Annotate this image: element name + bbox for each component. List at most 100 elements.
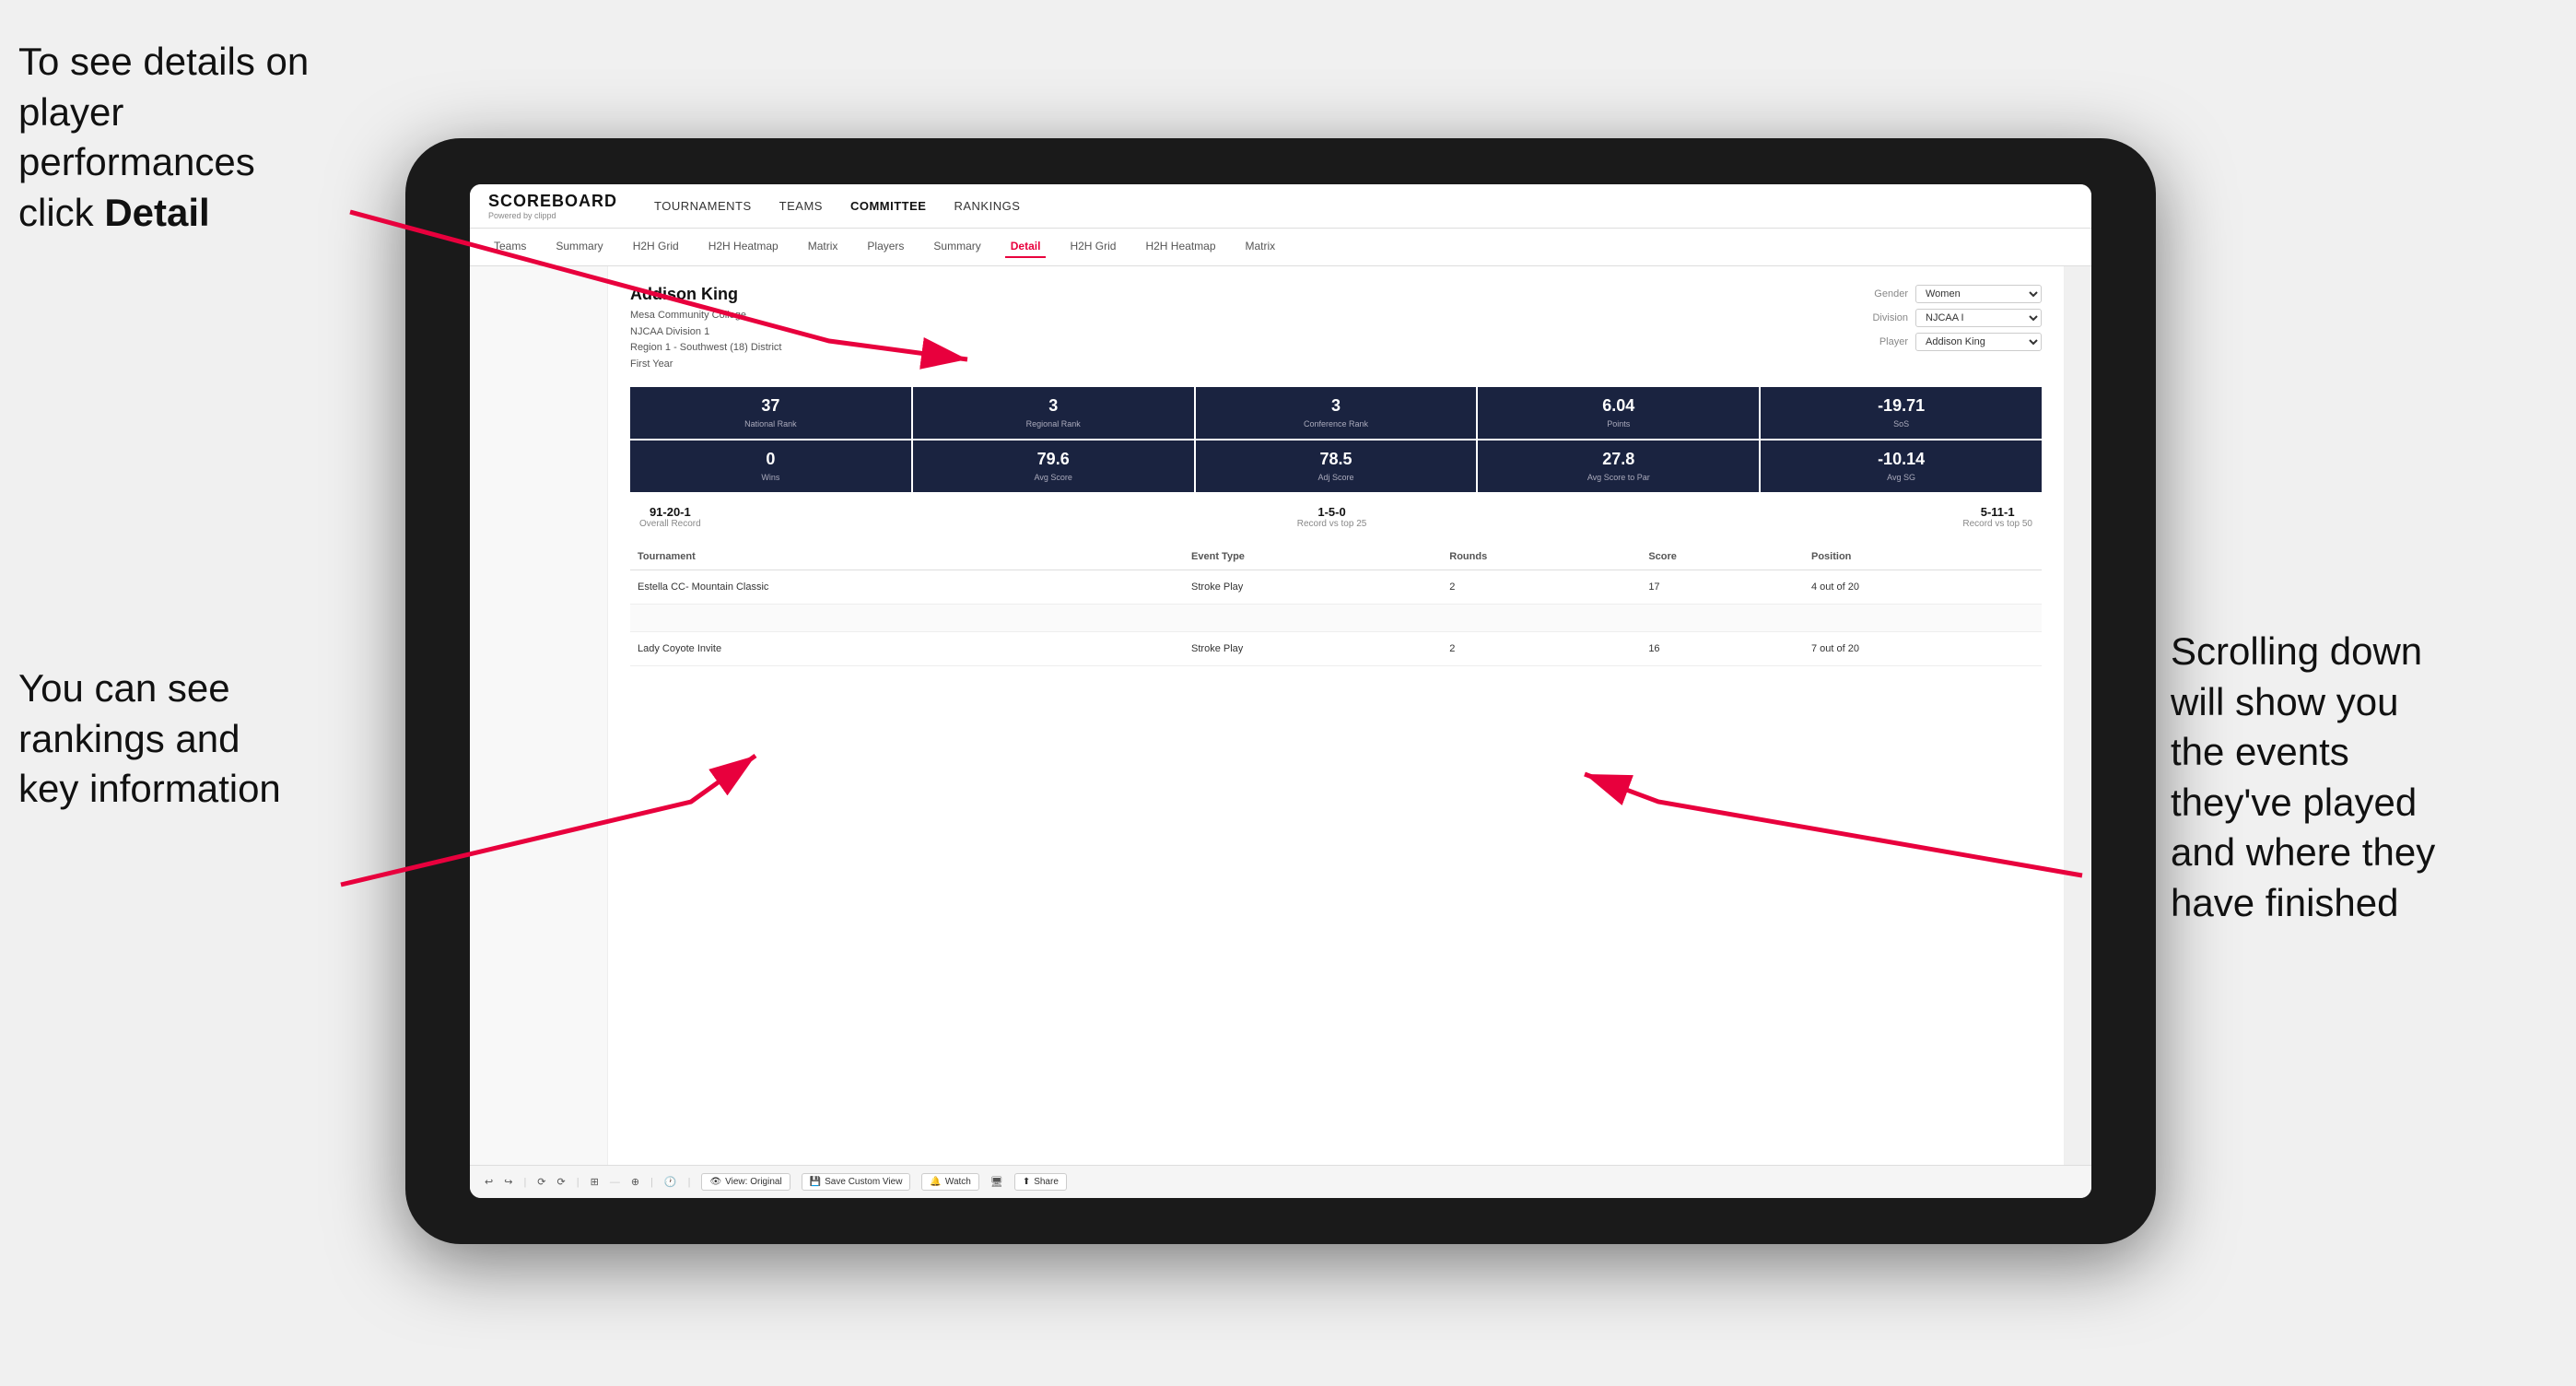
subnav-summary2[interactable]: Summary: [928, 236, 986, 258]
record-overall-label: Overall Record: [639, 519, 701, 529]
subnav-h2h-heatmap2[interactable]: H2H Heatmap: [1140, 236, 1221, 258]
toolbar-icon-screen: 🖥: [990, 1176, 1003, 1188]
subnav-teams[interactable]: Teams: [488, 236, 532, 258]
stat-adj-score-value: 78.5: [1203, 450, 1469, 469]
stat-sos: -19.71 SoS: [1761, 387, 2042, 439]
toolbar-undo[interactable]: ↩: [485, 1176, 493, 1188]
subnav-matrix2[interactable]: Matrix: [1240, 236, 1282, 258]
toolbar-sep-3: —: [610, 1177, 620, 1188]
subnav-summary[interactable]: Summary: [550, 236, 608, 258]
nav-rankings[interactable]: RANKINGS: [954, 195, 1020, 217]
watch-btn[interactable]: 🔔 Watch: [921, 1173, 978, 1191]
watch-icon: 🔔: [930, 1177, 941, 1187]
main-nav: TOURNAMENTS TEAMS COMMITTEE RANKINGS: [654, 195, 1020, 217]
right-sidebar: [2064, 266, 2091, 1165]
toolbar-redo[interactable]: ↪: [504, 1176, 512, 1188]
player-row: Player Addison King: [1857, 333, 2042, 351]
stat-avg-score-value: 79.6: [920, 450, 1187, 469]
stats-row-2: 0 Wins 79.6 Avg Score 78.5 Adj Score 27.…: [630, 440, 2042, 492]
toolbar-sep-5: |: [688, 1177, 691, 1188]
gender-select[interactable]: Women Men: [1915, 285, 2042, 303]
subnav-h2h-grid[interactable]: H2H Grid: [627, 236, 685, 258]
annotation-right-line1: Scrolling down: [2171, 629, 2422, 673]
stat-wins: 0 Wins: [630, 440, 911, 492]
events-table: Tournament Event Type Rounds Score Posit…: [630, 544, 2042, 666]
player-select[interactable]: Addison King: [1915, 333, 2042, 351]
stats-row-1: 37 National Rank 3 Regional Rank 3 Confe…: [630, 387, 2042, 439]
stat-national-rank: 37 National Rank: [630, 387, 911, 439]
annotation-bottomleft-line1: You can see: [18, 666, 230, 710]
col-event-type: Event Type: [1184, 544, 1442, 570]
player-region: Region 1 - Southwest (18) District: [630, 340, 781, 357]
toolbar-icon-2: ⟳: [557, 1176, 566, 1188]
division-label: Division: [1857, 312, 1908, 323]
player-header: Addison King Mesa Community College NJCA…: [630, 285, 2042, 372]
annotation-bottomleft: You can see rankings and key information: [18, 664, 369, 815]
annotation-topleft-line2: player performances: [18, 90, 255, 184]
player-division: NJCAA Division 1: [630, 324, 781, 341]
toolbar-sep-2: |: [577, 1177, 580, 1188]
toolbar-icon-1: ⟳: [537, 1176, 545, 1188]
player-name: Addison King: [630, 285, 781, 304]
toolbar-icon-4: ⊕: [631, 1176, 639, 1188]
eye-icon: 👁: [709, 1177, 721, 1187]
subnav-h2h-grid2[interactable]: H2H Grid: [1064, 236, 1121, 258]
player-school: Mesa Community College: [630, 308, 781, 324]
stat-national-rank-value: 37: [638, 396, 904, 416]
stat-adj-score: 78.5 Adj Score: [1196, 440, 1477, 492]
annotation-bottomleft-line2: rankings and: [18, 717, 240, 760]
cell-position-1: 4 out of 20: [1804, 570, 2042, 604]
share-btn[interactable]: ⬆ Share: [1014, 1173, 1067, 1191]
cell-position-3: 7 out of 20: [1804, 631, 2042, 665]
annotation-right-line3: the events: [2171, 730, 2349, 773]
stat-regional-rank-value: 3: [920, 396, 1187, 416]
annotation-bottomleft-line3: key information: [18, 767, 281, 810]
content-area: Addison King Mesa Community College NJCA…: [470, 266, 2091, 1165]
stat-sos-value: -19.71: [1768, 396, 2034, 416]
share-label: Share: [1034, 1177, 1059, 1187]
annotation-topleft-line3: click Detail: [18, 191, 210, 234]
cell-tournament-1: Estella CC- Mountain Classic: [630, 570, 1184, 604]
division-select[interactable]: NJCAA I NJCAA II: [1915, 309, 2042, 327]
table-row: Lady Coyote Invite Stroke Play 2 16 7 ou…: [630, 631, 2042, 665]
annotation-right-line5: and where they: [2171, 830, 2435, 874]
stat-avg-score-label: Avg Score: [920, 473, 1187, 483]
stat-wins-value: 0: [638, 450, 904, 469]
stat-regional-rank: 3 Regional Rank: [913, 387, 1194, 439]
subnav-detail[interactable]: Detail: [1005, 236, 1047, 258]
col-score: Score: [1641, 544, 1804, 570]
record-top25: 1-5-0 Record vs top 25: [1297, 505, 1367, 529]
tablet-device: SCOREBOARD Powered by clippd TOURNAMENTS…: [405, 138, 2156, 1244]
annotation-right-line4: they've played: [2171, 781, 2417, 824]
subnav-h2h-heatmap[interactable]: H2H Heatmap: [703, 236, 784, 258]
cell-event-type-3: Stroke Play: [1184, 631, 1442, 665]
subnav-players[interactable]: Players: [861, 236, 909, 258]
table-row: Estella CC- Mountain Classic Stroke Play…: [630, 570, 2042, 604]
nav-committee[interactable]: COMMITTEE: [850, 195, 927, 217]
view-original-btn[interactable]: 👁 View: Original: [701, 1173, 790, 1191]
nav-bar: SCOREBOARD Powered by clippd TOURNAMENTS…: [470, 184, 2091, 229]
save-custom-btn[interactable]: 💾 Save Custom View: [802, 1173, 911, 1191]
logo-title: SCOREBOARD: [488, 192, 617, 211]
subnav-matrix[interactable]: Matrix: [802, 236, 844, 258]
annotation-right-line2: will show you: [2171, 680, 2398, 723]
stat-points: 6.04 Points: [1478, 387, 1759, 439]
col-rounds: Rounds: [1442, 544, 1641, 570]
stat-points-label: Points: [1485, 419, 1751, 429]
cell-empty: [630, 604, 2042, 631]
stat-wins-label: Wins: [638, 473, 904, 483]
record-overall: 91-20-1 Overall Record: [639, 505, 701, 529]
cell-score-1: 17: [1641, 570, 1804, 604]
record-top50-label: Record vs top 50: [1962, 519, 2032, 529]
stat-avg-score-par-label: Avg Score to Par: [1485, 473, 1751, 483]
division-row: Division NJCAA I NJCAA II: [1857, 309, 2042, 327]
player-info: Addison King Mesa Community College NJCA…: [630, 285, 781, 372]
stat-avg-sg-value: -10.14: [1768, 450, 2034, 469]
nav-tournaments[interactable]: TOURNAMENTS: [654, 195, 752, 217]
save-custom-label: Save Custom View: [825, 1177, 902, 1187]
stat-regional-rank-label: Regional Rank: [920, 419, 1187, 429]
record-top25-label: Record vs top 25: [1297, 519, 1367, 529]
nav-teams[interactable]: TEAMS: [779, 195, 823, 217]
cell-tournament-3: Lady Coyote Invite: [630, 631, 1184, 665]
cell-rounds-1: 2: [1442, 570, 1641, 604]
